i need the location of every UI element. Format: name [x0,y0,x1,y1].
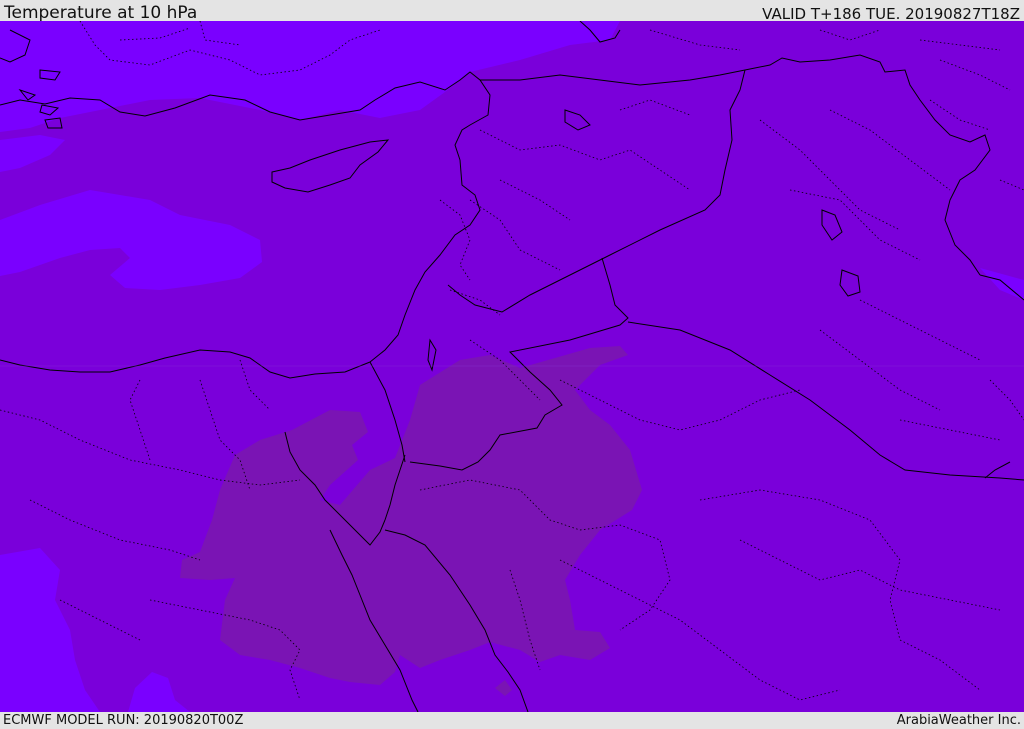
footer-bar: ECMWF MODEL RUN: 20190820T00Z ArabiaWeat… [0,712,1024,729]
model-run-label: ECMWF MODEL RUN: 20190820T00Z [3,713,244,728]
weather-map[interactable] [0,21,1024,712]
map-title: Temperature at 10 hPa [4,3,198,23]
map-canvas [0,21,1024,712]
credit-label: ArabiaWeather Inc. [896,713,1021,728]
header-bar: Temperature at 10 hPa VALID T+186 TUE. 2… [0,0,1024,23]
